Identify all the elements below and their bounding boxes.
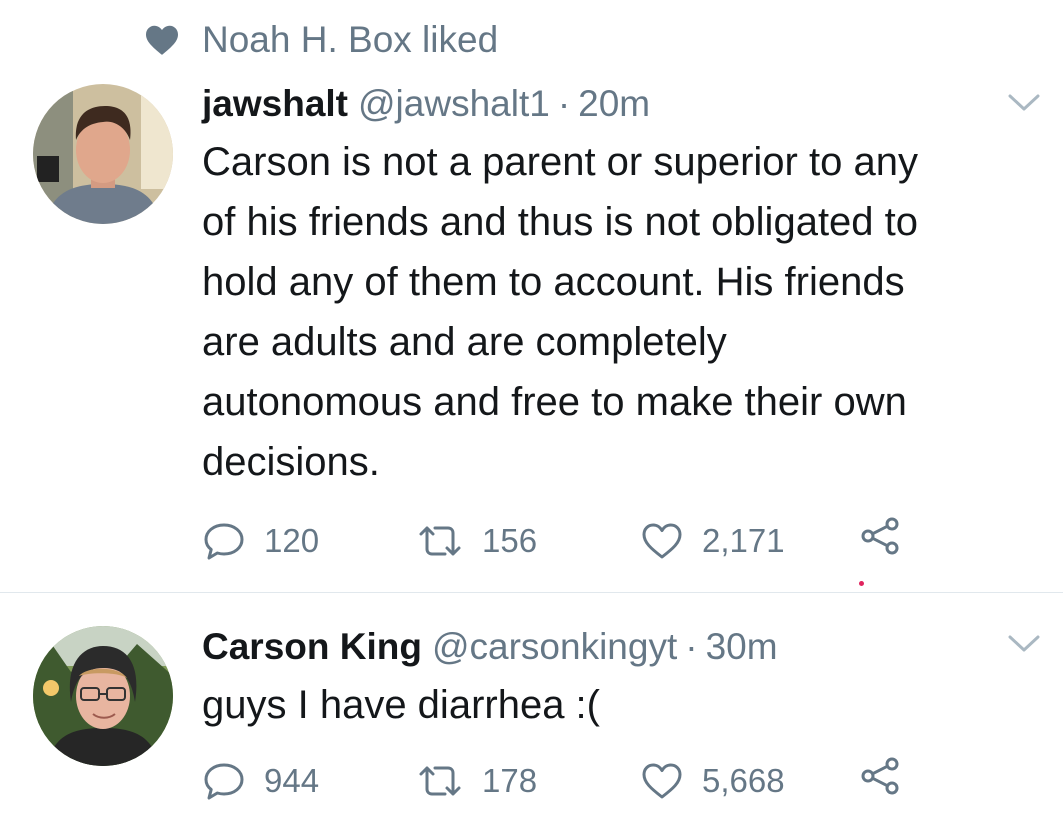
retweet-button[interactable]: 178 <box>416 756 537 806</box>
tweet-text: Carson is not a parent or superior to an… <box>202 132 1042 492</box>
like-count: 2,171 <box>702 522 785 559</box>
tweet-text-line: autonomous and free to make their own <box>202 380 907 424</box>
reply-count: 944 <box>264 762 320 799</box>
separator: · <box>685 626 698 667</box>
tweet-text-line: are adults and are completely <box>202 320 727 364</box>
tweet[interactable]: jawshalt @jawshalt1 · 20m Carson is not … <box>0 0 1063 592</box>
share-button[interactable] <box>858 756 902 796</box>
separator: · <box>557 83 571 124</box>
heart-icon <box>640 761 684 801</box>
retweet-button[interactable]: 156 <box>416 516 537 566</box>
retweet-icon <box>416 523 464 559</box>
retweet-count: 156 <box>482 522 538 559</box>
share-button[interactable] <box>858 516 902 556</box>
reply-icon <box>202 521 246 561</box>
tweet-text-line: of his friends and thus is not obligated… <box>202 200 919 244</box>
heart-icon <box>640 521 684 561</box>
retweet-icon <box>416 763 464 799</box>
share-icon <box>858 516 902 556</box>
tweet-text-line: decisions. <box>202 440 380 484</box>
display-name[interactable]: Carson King <box>202 625 422 669</box>
chevron-down-icon[interactable] <box>1007 633 1041 655</box>
like-button[interactable]: 2,171 <box>640 516 785 566</box>
tweet-actions: 944 178 5,668 <box>202 756 922 806</box>
tweet[interactable]: Carson King @carsonkingyt · 30m guys I h… <box>0 593 1063 833</box>
timestamp[interactable]: 30m <box>706 625 778 669</box>
reply-button[interactable]: 120 <box>202 516 319 566</box>
tweet-header: Carson King @carsonkingyt · 30m <box>202 625 778 669</box>
user-handle[interactable]: @carsonkingyt <box>432 625 677 669</box>
tweet-text-line: Carson is not a parent or superior to an… <box>202 140 918 184</box>
like-count: 5,668 <box>702 762 785 799</box>
tweet-actions: 120 156 2,171 <box>202 516 922 566</box>
avatar[interactable] <box>33 626 173 766</box>
tweet-text-line: guys I have diarrhea :( <box>202 683 600 727</box>
display-name[interactable]: jawshalt <box>202 82 348 126</box>
chevron-down-icon[interactable] <box>1007 92 1041 114</box>
reply-button[interactable]: 944 <box>202 756 319 806</box>
reply-count: 120 <box>264 522 320 559</box>
tweet-header: jawshalt @jawshalt1 · 20m <box>202 82 650 126</box>
share-icon <box>858 756 902 796</box>
avatar[interactable] <box>33 84 173 224</box>
indicator-dot <box>859 581 864 586</box>
tweet-text: guys I have diarrhea :( <box>202 675 1042 735</box>
retweet-count: 178 <box>482 762 538 799</box>
timeline: Noah H. Box liked jawshalt @jawshalt1 · … <box>0 0 1063 833</box>
user-handle[interactable]: @jawshalt1 <box>358 82 550 126</box>
tweet-text-line: hold any of them to account. His friends <box>202 260 905 304</box>
like-button[interactable]: 5,668 <box>640 756 785 806</box>
reply-icon <box>202 761 246 801</box>
timestamp[interactable]: 20m <box>578 82 650 126</box>
